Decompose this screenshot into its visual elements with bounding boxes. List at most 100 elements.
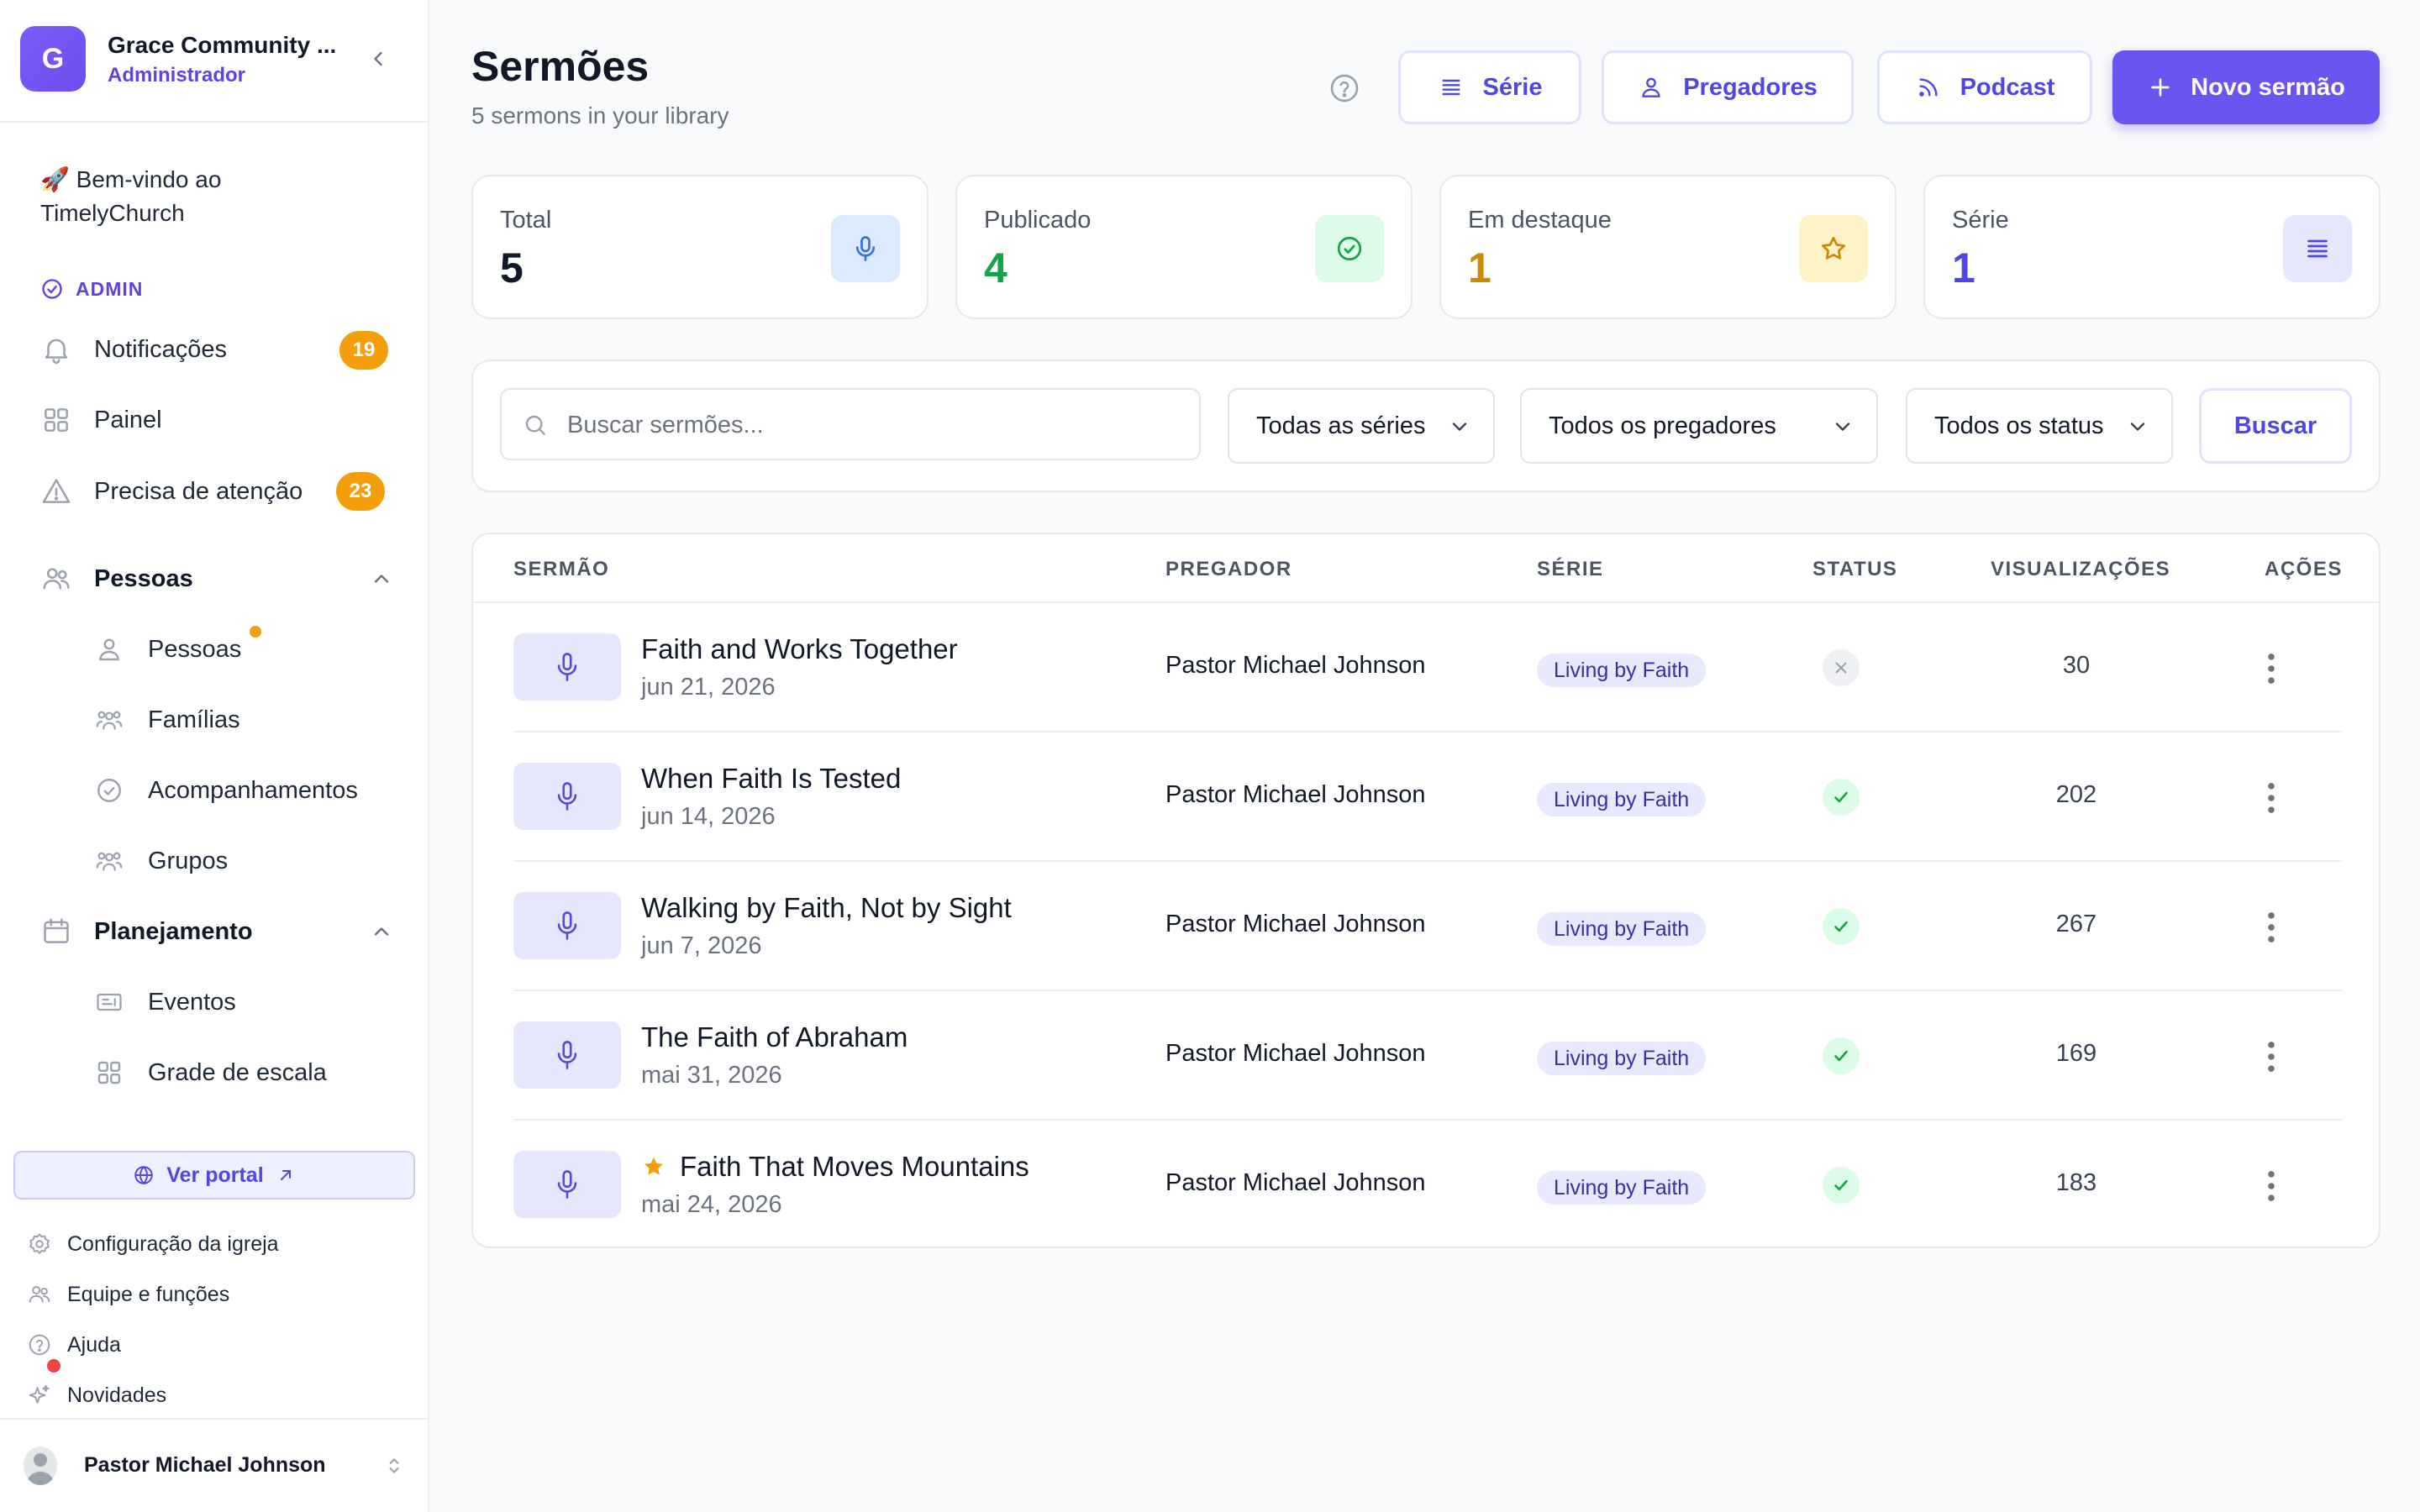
column-header-preacher[interactable]: PREGADOR xyxy=(1165,558,1292,581)
sermon-title[interactable]: The Faith of Abraham xyxy=(641,1021,908,1053)
sidebar-item-people[interactable]: Pessoas xyxy=(94,628,241,670)
search-input[interactable] xyxy=(567,405,1172,445)
more-actions-icon[interactable] xyxy=(2261,780,2281,816)
sidebar-item-followups[interactable]: Acompanhamentos xyxy=(94,769,358,811)
star-icon xyxy=(1799,215,1868,282)
sermon-title[interactable]: Walking by Faith, Not by Sight xyxy=(641,892,1012,924)
sidebar-item-families[interactable]: Famílias xyxy=(94,699,240,741)
check-circle-icon xyxy=(40,277,64,301)
sidebar-item-needs-attention[interactable]: Precisa de atenção xyxy=(40,470,302,512)
status-published-icon xyxy=(1823,1037,1860,1074)
table-row[interactable]: Faith and Works Together jun 21, 2026 Pa… xyxy=(513,603,2342,732)
search-icon xyxy=(522,412,549,438)
preacher-filter-value: Todos os pregadores xyxy=(1549,412,1776,439)
sidebar-item-groups[interactable]: Grupos xyxy=(94,840,228,882)
search-field[interactable] xyxy=(500,388,1201,460)
sermon-date: jun 21, 2026 xyxy=(641,674,776,701)
family-icon xyxy=(94,705,124,735)
microphone-icon xyxy=(513,1151,621,1218)
grid-icon xyxy=(94,1058,124,1088)
org-header[interactable]: G Grace Community ... Administrador xyxy=(0,0,428,123)
preachers-button[interactable]: Pregadores xyxy=(1602,50,1854,124)
series-badge: Living by Faith xyxy=(1537,1042,1707,1075)
sermon-date: mai 24, 2026 xyxy=(641,1191,782,1218)
new-sermon-button[interactable]: Novo sermão xyxy=(2112,50,2380,124)
series-badge: Living by Faith xyxy=(1537,654,1707,687)
sidebar-item-notifications[interactable]: Notificações xyxy=(40,328,227,370)
sidebar-section-planning[interactable]: Planejamento xyxy=(40,911,393,953)
help-link[interactable]: Ajuda xyxy=(27,1328,121,1362)
check-circle-icon xyxy=(1315,215,1384,282)
column-header-series[interactable]: SÉRIE xyxy=(1537,558,1604,581)
more-actions-icon[interactable] xyxy=(2261,1038,2281,1075)
help-icon[interactable] xyxy=(1328,71,1361,105)
preachers-button-label: Pregadores xyxy=(1683,73,1818,101)
microphone-icon xyxy=(513,763,621,830)
sidebar-section-people[interactable]: Pessoas xyxy=(40,558,393,600)
preacher-name: Pastor Michael Johnson xyxy=(1165,1040,1426,1067)
page-subtitle: 5 sermons in your library xyxy=(471,102,729,129)
gear-icon xyxy=(27,1231,52,1257)
groups-icon xyxy=(94,846,124,876)
collapse-sidebar-icon[interactable] xyxy=(366,47,390,71)
preacher-name: Pastor Michael Johnson xyxy=(1165,1169,1426,1196)
views-count: 30 xyxy=(2062,652,2091,679)
welcome-link[interactable]: 🚀 Bem-vindo ao TimelyChurch xyxy=(40,163,292,230)
table-row[interactable]: When Faith Is Tested jun 14, 2026 Pastor… xyxy=(513,732,2342,862)
stat-label: Publicado xyxy=(984,207,1092,234)
stat-card-total: Total 5 xyxy=(471,175,929,319)
table-header: SERMÃO PREGADOR SÉRIE STATUS VISUALIZAÇÕ… xyxy=(473,534,2379,603)
org-role: Administrador xyxy=(108,64,246,87)
sidebar-item-dashboard[interactable]: Painel xyxy=(40,399,162,441)
column-header-views[interactable]: VISUALIZAÇÕES xyxy=(1991,558,2170,581)
view-portal-button[interactable]: Ver portal xyxy=(13,1151,415,1200)
footer-link-label: Equipe e funções xyxy=(67,1282,230,1306)
column-header-actions: AÇÕES xyxy=(2265,558,2343,580)
views-count: 183 xyxy=(2055,1169,2097,1196)
table-row[interactable]: The Faith of Abraham mai 31, 2026 Pastor… xyxy=(513,991,2342,1121)
sermon-title-text: The Faith of Abraham xyxy=(641,1021,908,1053)
more-actions-icon[interactable] xyxy=(2261,909,2281,946)
series-button[interactable]: Série xyxy=(1398,50,1581,124)
sermon-title[interactable]: Faith That Moves Mountains xyxy=(641,1151,1029,1183)
series-filter-select[interactable]: Todas as séries xyxy=(1228,388,1495,464)
admin-label: ADMIN xyxy=(76,277,144,300)
org-avatar: G xyxy=(20,26,86,92)
view-portal-label: Ver portal xyxy=(166,1163,264,1187)
table-row[interactable]: Walking by Faith, Not by Sight jun 7, 20… xyxy=(513,862,2342,991)
chevron-down-icon xyxy=(2126,415,2149,438)
new-indicator-dot xyxy=(250,626,261,638)
preacher-name: Pastor Michael Johnson xyxy=(1165,781,1426,808)
status-filter-select[interactable]: Todos os status xyxy=(1906,388,2173,464)
more-actions-icon[interactable] xyxy=(2261,650,2281,687)
microphone-icon xyxy=(513,1021,621,1089)
user-menu[interactable]: Pastor Michael Johnson xyxy=(0,1418,428,1512)
stat-card-published: Publicado 4 xyxy=(955,175,1413,319)
sermon-date: jun 7, 2026 xyxy=(641,932,762,959)
rss-icon xyxy=(1915,74,1942,101)
sidebar-section-label: Pessoas xyxy=(94,564,193,592)
sidebar-item-label: Precisa de atenção xyxy=(94,477,303,505)
list-icon xyxy=(2283,215,2352,282)
microphone-icon xyxy=(513,892,621,959)
unread-indicator-dot xyxy=(47,1359,60,1373)
sidebar-item-events[interactable]: Eventos xyxy=(94,981,236,1023)
sermon-title[interactable]: When Faith Is Tested xyxy=(641,763,901,795)
church-settings-link[interactable]: Configuração da igreja xyxy=(27,1227,279,1261)
team-roles-link[interactable]: Equipe e funções xyxy=(27,1278,229,1311)
sermon-title[interactable]: Faith and Works Together xyxy=(641,633,958,665)
column-header-status[interactable]: STATUS xyxy=(1812,558,1897,581)
whats-new-link[interactable]: Novidades xyxy=(27,1378,166,1412)
table-row[interactable]: Faith That Moves Mountains mai 24, 2026 … xyxy=(513,1121,2342,1247)
preacher-filter-select[interactable]: Todos os pregadores xyxy=(1520,388,1878,464)
sparkle-icon xyxy=(27,1383,52,1408)
warning-icon xyxy=(40,475,72,507)
column-header-sermon[interactable]: SERMÃO xyxy=(513,558,609,581)
person-icon xyxy=(1638,74,1665,101)
search-button[interactable]: Buscar xyxy=(2199,388,2352,464)
more-actions-icon[interactable] xyxy=(2261,1168,2281,1205)
sidebar-item-schedule-grid[interactable]: Grade de escala xyxy=(94,1052,327,1094)
team-icon xyxy=(27,1282,52,1307)
podcast-button[interactable]: Podcast xyxy=(1877,50,2092,124)
stat-label: Em destaque xyxy=(1468,207,1612,234)
